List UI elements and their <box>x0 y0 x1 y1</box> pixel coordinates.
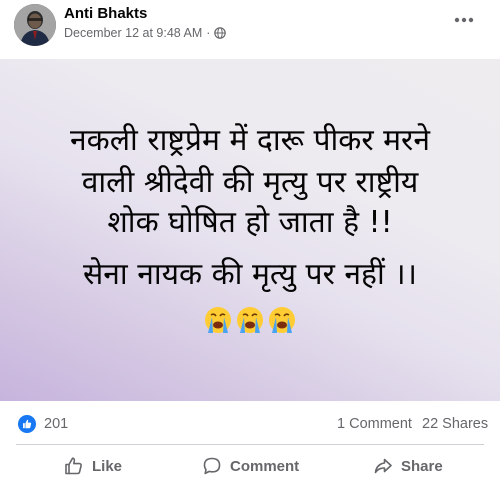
timestamp[interactable]: December 12 at 9:48 AM <box>64 26 202 40</box>
banner-line-1: नकली राष्ट्रप्रेम में दारू पीकर मरने <box>70 123 430 158</box>
avatar-image <box>14 4 56 46</box>
banner-line-4: सेना नायक की मृत्यु पर नहीं ।। <box>82 257 418 292</box>
comment-icon <box>203 457 221 475</box>
crying-face-icon <box>237 307 263 333</box>
like-button-label: Like <box>92 457 123 475</box>
like-count[interactable]: 201 <box>44 416 68 432</box>
comments-count[interactable]: 1 Comment <box>337 416 412 432</box>
author-name[interactable]: Anti Bhakts <box>64 5 147 22</box>
share-button[interactable]: Share <box>373 450 443 482</box>
crying-face-icon <box>269 307 295 333</box>
ellipsis-icon[interactable] <box>450 10 478 30</box>
post-meta: December 12 at 9:48 AM · <box>64 26 227 40</box>
shares-count[interactable]: 22 Shares <box>422 416 488 432</box>
post-text-banner: नकली राष्ट्रप्रेम में दारू पीकर मरने वाल… <box>0 59 500 401</box>
divider <box>16 444 484 445</box>
banner-line-3: शोक घोषित हो जाता है !! <box>107 205 393 240</box>
reactions-summary: 201 1 Comment 22 Shares <box>0 402 500 446</box>
meta-separator: · <box>206 26 211 40</box>
thumbs-up-icon <box>65 457 82 475</box>
crying-face-icon <box>205 307 231 333</box>
globe-icon[interactable] <box>214 27 227 39</box>
avatar[interactable] <box>14 4 56 46</box>
emoji-row <box>0 305 500 341</box>
share-button-label: Share <box>401 457 443 475</box>
post-header: Anti Bhakts December 12 at 9:48 AM · <box>0 0 500 62</box>
comment-button[interactable]: Comment <box>202 450 299 482</box>
comment-button-label: Comment <box>230 457 300 475</box>
banner-line-2: वाली श्रीदेवी की मृत्यु पर राष्ट्रीय <box>81 165 419 200</box>
like-reaction-icon[interactable] <box>18 415 36 433</box>
like-button[interactable]: Like <box>64 450 122 482</box>
share-arrow-icon <box>374 458 392 474</box>
action-bar: Like Comment Share <box>0 446 500 486</box>
facebook-post: Anti Bhakts December 12 at 9:48 AM · नकल… <box>0 0 500 487</box>
